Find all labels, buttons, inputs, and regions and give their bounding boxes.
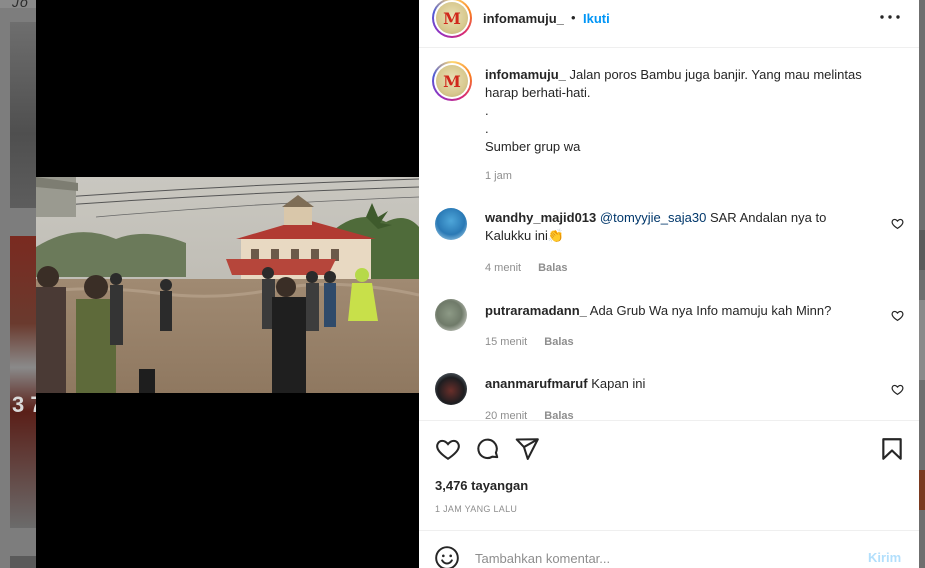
background-thumbnail <box>10 556 36 568</box>
caption-author-avatar[interactable]: M <box>432 61 472 101</box>
comment-username[interactable]: ananmarufmaruf <box>485 376 588 391</box>
media-panel <box>36 0 419 568</box>
comment-time[interactable]: 4 menit <box>485 262 521 274</box>
post-modal: M infomamuju_ • Ikuti M infomamuju_ Jala… <box>36 0 919 568</box>
comment-meta: 4 menit Balas <box>485 262 568 274</box>
separator-dot: • <box>571 10 576 25</box>
post-video[interactable] <box>36 177 419 393</box>
post-header: M infomamuju_ • Ikuti <box>419 0 919 48</box>
background-page-text: Jo <box>12 0 29 10</box>
reply-button[interactable]: Balas <box>544 336 573 348</box>
emoji-smiley-icon[interactable] <box>434 545 460 568</box>
background-thumbnail <box>10 236 36 528</box>
reply-button[interactable]: Balas <box>538 262 567 274</box>
share-paper-plane-icon[interactable] <box>514 436 540 462</box>
background-thumbnail <box>10 22 36 208</box>
infomamuju-logo: M <box>436 65 468 97</box>
caption-time[interactable]: 1 jam <box>485 170 512 182</box>
comment-body: Ada Grub Wa nya Info mamuju kah Minn? <box>589 303 832 318</box>
like-comment-heart-icon[interactable] <box>891 217 904 230</box>
comment-time[interactable]: 20 menit <box>485 410 527 420</box>
comment-text: putraramadann_ Ada Grub Wa nya Info mamu… <box>485 302 875 320</box>
caption-line: . <box>485 121 489 136</box>
comment-input[interactable] <box>475 548 855 568</box>
commenter-avatar[interactable] <box>435 373 467 405</box>
comments-list[interactable]: M infomamuju_ Jalan poros Bambu juga ban… <box>419 49 919 420</box>
post-details-panel: M infomamuju_ • Ikuti M infomamuju_ Jala… <box>419 0 919 568</box>
like-comment-heart-icon[interactable] <box>891 309 904 322</box>
save-bookmark-icon[interactable] <box>879 436 905 462</box>
comment-composer: Kirim <box>419 530 919 568</box>
caption-line: . <box>485 103 489 118</box>
flood-scene-image <box>36 177 419 393</box>
more-horizontal-icon[interactable] <box>878 8 902 26</box>
comment-text: ananmarufmaruf Kapan ini <box>485 375 875 393</box>
comment-bubble-icon[interactable] <box>475 436 501 462</box>
comment-meta: 20 menit Balas <box>485 410 574 420</box>
author-username[interactable]: infomamuju_ <box>483 11 564 26</box>
comment-username[interactable]: putraramadann_ <box>485 303 587 318</box>
post-actions: 3,476 tayangan 1 JAM YANG LALU <box>419 420 919 530</box>
like-heart-icon[interactable] <box>435 436 461 462</box>
commenter-avatar[interactable] <box>435 299 467 331</box>
author-avatar[interactable]: M <box>432 0 472 38</box>
comment-mention[interactable]: @tomyyjie_saja30 <box>600 210 706 225</box>
like-comment-heart-icon[interactable] <box>891 383 904 396</box>
reply-button[interactable]: Balas <box>544 410 573 420</box>
comment-meta: 15 menit Balas <box>485 336 574 348</box>
posted-time[interactable]: 1 JAM YANG LALU <box>435 504 517 514</box>
caption-username[interactable]: infomamuju_ <box>485 67 566 82</box>
clapping-hands-emoji: 👏 <box>547 228 565 243</box>
comment-time[interactable]: 15 menit <box>485 336 527 348</box>
commenter-avatar[interactable] <box>435 208 467 240</box>
post-caption: infomamuju_ Jalan poros Bambu juga banji… <box>485 66 885 156</box>
view-count[interactable]: 3,476 tayangan <box>435 478 528 493</box>
caption-line: Sumber grup wa <box>485 139 581 154</box>
infomamuju-logo: M <box>436 2 468 34</box>
comment-body: Kapan ini <box>591 376 646 391</box>
comment-username[interactable]: wandhy_majid013 <box>485 210 596 225</box>
background-page-edge <box>919 0 925 568</box>
post-comment-button[interactable]: Kirim <box>868 550 901 565</box>
follow-button[interactable]: Ikuti <box>583 11 610 26</box>
comment-text: wandhy_majid013 @tomyyjie_saja30 SAR And… <box>485 209 875 245</box>
